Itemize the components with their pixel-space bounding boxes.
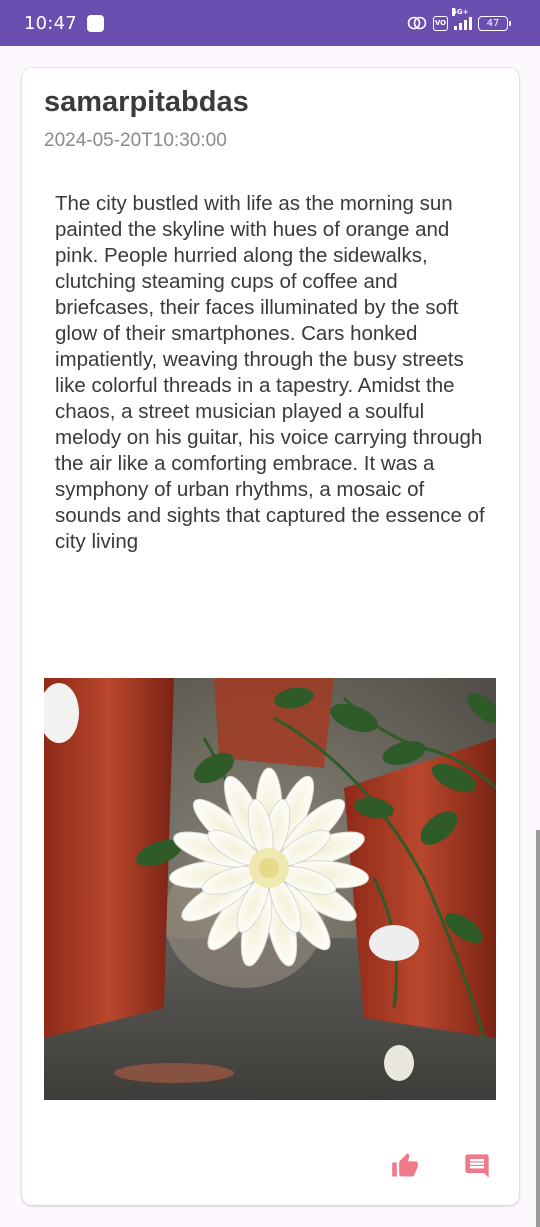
post-actions	[389, 1150, 493, 1182]
post-username[interactable]: samarpitabdas	[44, 86, 249, 119]
notification-icon	[86, 14, 104, 32]
comment-button[interactable]	[461, 1150, 493, 1182]
post-image[interactable]	[44, 678, 496, 1100]
network-label: 5G+	[452, 8, 469, 16]
battery-icon: 47	[478, 15, 511, 31]
thumb-up-icon	[392, 1153, 418, 1177]
post-card[interactable]: samarpitabdas 2024-05-20T10:30:00 The ci…	[22, 68, 519, 1205]
flower-photo	[44, 678, 496, 1100]
comment-icon	[465, 1154, 489, 1178]
status-bar: 10:47 VO 5G+ 47	[0, 0, 540, 46]
signal-icon: 5G+	[452, 8, 472, 30]
like-button[interactable]	[389, 1150, 421, 1182]
volte-icon: VO	[433, 15, 448, 31]
post-body-text: The city bustled with life as the mornin…	[55, 192, 485, 553]
status-time: 10:47	[24, 12, 77, 34]
scrollbar[interactable]	[536, 830, 540, 1227]
hotspot-icon	[407, 16, 427, 30]
post-timestamp: 2024-05-20T10:30:00	[44, 130, 227, 151]
battery-level: 47	[486, 17, 500, 29]
status-icons: VO 5G+ 47	[407, 0, 511, 46]
